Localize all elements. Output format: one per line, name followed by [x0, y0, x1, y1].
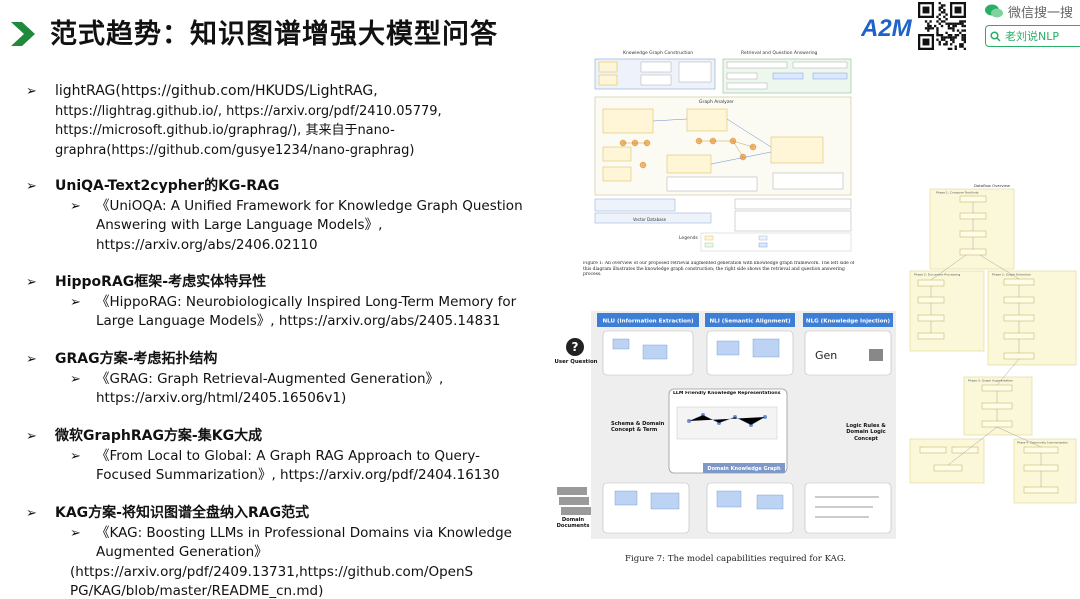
fig2-domain-docs: Domain Documents — [556, 517, 590, 530]
bullet-arrow-icon: ➢ — [70, 198, 81, 214]
fig2-domain-kg: Domain Knowledge Graph — [707, 466, 781, 472]
bullet-arrow-icon: ➢ — [70, 448, 81, 464]
page-title: 范式趋势：知识图谱增强大模型问答 — [50, 19, 498, 50]
wechat-search-label: 微信搜一搜 — [984, 0, 1073, 22]
sub-item: ➢ 《GRAG: Graph Retrieval-Augmented Gener… — [70, 370, 444, 407]
fig3-phase1: Phase 1: Compose TextUnits — [936, 191, 979, 195]
fig3-phase4: Phase 4: Community Summarization — [1017, 441, 1068, 445]
list-item: ➢ lightRAG(https://github.com/HKUDS/Ligh… — [26, 83, 442, 158]
bullet-arrow-icon: ➢ — [26, 506, 37, 521]
bullet-arrow-icon: ➢ — [26, 275, 37, 290]
fig1-left-heading: Knowledge Graph Construction — [623, 50, 693, 56]
fig2-nli-header: NLI (Semantic Alignment) — [709, 319, 791, 325]
bullet-arrow-icon: ➢ — [26, 429, 37, 444]
wechat-search-field[interactable]: 老刘说NLP — [985, 25, 1080, 47]
svg-text:?: ? — [572, 340, 579, 354]
bullet-arrow-icon: ➢ — [26, 179, 37, 194]
list-item: ➢ KAG方案-将知识图谱全盘纳入RAG范式 ➢ 《KAG: Boosting … — [26, 504, 536, 599]
fig1-vector-db-label: Vector Database — [633, 217, 667, 222]
fig2-llm-friendly: LLM Friendly Knowledge Representations — [673, 391, 781, 396]
kag-figure: NLU (Information Extraction) NLI (Semant… — [553, 311, 896, 567]
graphrag-dataflow-figure: Dataflow Overview Phase 1: Compose TextU… — [906, 181, 1080, 512]
bullet-arrow-icon: ➢ — [70, 525, 81, 541]
a2m-logo: A2M — [860, 15, 917, 42]
wechat-search-box: 微信搜一搜 老刘说NLP — [984, 0, 1080, 50]
list-item: ➢ UniQA-Text2cypher的KG-RAG ➢ 《UniOQA: A … — [26, 177, 536, 255]
sub-item: ➢ 《HippoRAG: Neurobiologically Inspired … — [70, 293, 517, 330]
sub-item: ➢ 《From Local to Global: A Graph RAG App… — [70, 447, 500, 484]
fig2-schema: Schema & Domain Concept & Term — [611, 421, 665, 434]
fig2-nlg-header: NLG (Knowledge Injection) — [806, 319, 891, 325]
list-item: ➢ GRAG方案-考虑拓扑结构 ➢ 《GRAG: Graph Retrieval… — [26, 350, 536, 409]
svg-text:Phase 2: Document Processing: Phase 2: Document Processing — [914, 273, 960, 277]
sub-item: ➢ 《KAG: Boosting LLMs in Professional Do… — [70, 524, 512, 599]
wechat-icon — [985, 4, 1003, 18]
fig1-caption: Figure 1: An overview of our proposed re… — [583, 261, 855, 277]
fig1-graph-label: Graph Analyzer — [699, 99, 734, 105]
fig2-user-question: User Question — [554, 359, 598, 365]
fig3-title: Dataflow Overview — [974, 183, 1010, 188]
svg-text:A2M: A2M — [861, 15, 913, 39]
search-icon — [990, 30, 1001, 42]
bullet-arrow-icon: ➢ — [70, 371, 81, 387]
bullet-arrow-icon: ➢ — [26, 352, 37, 367]
qr-code — [918, 2, 967, 51]
list-item: ➢ 微软GraphRAG方案-集KG大成 ➢ 《From Local to Gl… — [26, 427, 536, 486]
title-chevron-icon — [11, 22, 35, 46]
fig1-legends: Legends — [679, 235, 699, 241]
fig2-nlu-header: NLU (Information Extraction) — [602, 319, 694, 325]
fig2-gen-label: Gen — [815, 349, 837, 362]
bullet-arrow-icon: ➢ — [26, 84, 37, 99]
bullet-arrow-icon: ➢ — [70, 294, 81, 310]
fig3-phase3: Phase 3: Graph Augmentation — [968, 379, 1013, 383]
lightrag-figure: Knowledge Graph Construction Retrieval a… — [583, 47, 855, 277]
fig2-logic: Logic Rules & Domain Logic Concept — [846, 423, 886, 442]
fig2-caption: Figure 7: The model capabilities require… — [625, 554, 846, 564]
sub-item: ➢ 《UniOQA: A Unified Framework for Knowl… — [70, 197, 523, 253]
fig1-right-heading: Retrieval and Question Answering — [741, 50, 818, 56]
list-item: ➢ HippoRAG框架-考虑实体特异性 ➢ 《HippoRAG: Neurob… — [26, 273, 536, 332]
